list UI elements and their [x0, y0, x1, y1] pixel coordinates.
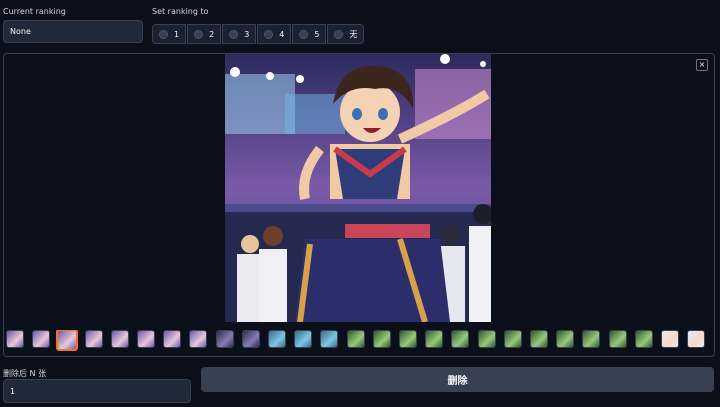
delete-after-label: 删除后 N 张	[3, 369, 47, 378]
thumbnail-image[interactable]	[32, 330, 51, 348]
current-ranking-field[interactable]: None	[3, 20, 143, 43]
rank-option-3[interactable]: 3	[222, 24, 257, 44]
thumbnail-image[interactable]	[137, 330, 155, 348]
thumbnail-image[interactable]	[399, 330, 417, 348]
rank-option-label: 4	[279, 29, 285, 39]
radio-circle-icon	[334, 29, 344, 39]
radio-circle-icon	[159, 29, 168, 39]
thumbnail-image[interactable]	[189, 330, 208, 348]
current-ranking-label: Current ranking	[3, 7, 66, 16]
thumbnail-image[interactable]	[6, 330, 24, 348]
rank-option-label: 无	[349, 29, 358, 39]
thumbnail-image[interactable]	[320, 330, 339, 348]
rank-option-label: 5	[314, 29, 320, 39]
thumbnail-image[interactable]	[84, 330, 103, 348]
current-ranking-value: None	[10, 27, 31, 36]
delete-after-value: 1	[10, 386, 16, 396]
thumbnail-image[interactable]	[634, 330, 653, 348]
thumbnail-image[interactable]	[268, 330, 286, 348]
thumbnail-image[interactable]	[372, 330, 391, 348]
thumbnail-image[interactable]	[477, 330, 496, 348]
set-ranking-radio-group: 1 2 3 4 5 无	[152, 24, 365, 44]
radio-circle-icon	[264, 29, 274, 39]
thumbnail-image[interactable]	[556, 330, 575, 348]
set-ranking-label: Set ranking to	[152, 7, 209, 16]
thumbnail-image[interactable]	[451, 330, 470, 348]
close-icon[interactable]: ×	[696, 59, 708, 71]
radio-circle-icon	[194, 29, 204, 39]
radio-circle-icon	[229, 29, 239, 39]
rank-option-label: 2	[209, 29, 215, 39]
thumbnail-image[interactable]	[215, 330, 234, 348]
thumbnail-image[interactable]	[608, 330, 627, 348]
thumbnail-image[interactable]	[530, 330, 548, 348]
rank-option-4[interactable]: 4	[257, 24, 292, 44]
thumbnail-image[interactable]	[241, 330, 260, 348]
thumbnail-image[interactable]	[687, 330, 706, 348]
thumbnail-image[interactable]	[56, 330, 79, 351]
thumbnail-image[interactable]	[294, 330, 313, 348]
delete-after-input[interactable]: 1	[3, 379, 191, 403]
rank-option-5[interactable]: 5	[292, 24, 327, 44]
rank-option-1[interactable]: 1	[152, 24, 187, 44]
thumbnail-image[interactable]	[582, 330, 601, 348]
thumbnail-image[interactable]	[110, 330, 129, 348]
radio-circle-icon	[299, 29, 309, 39]
thumbnail-image[interactable]	[661, 330, 679, 348]
delete-button[interactable]: 删除	[201, 367, 714, 392]
image-gallery: ×	[3, 53, 715, 357]
rank-option-2[interactable]: 2	[187, 24, 222, 44]
rank-option-none[interactable]: 无	[327, 24, 365, 44]
thumbnail-image[interactable]	[503, 330, 522, 348]
thumbnail-strip	[4, 330, 712, 352]
rank-option-label: 3	[244, 29, 250, 39]
thumbnail-image[interactable]	[163, 330, 182, 348]
thumbnail-image[interactable]	[425, 330, 444, 348]
preview-image	[225, 54, 491, 322]
thumbnail-image[interactable]	[346, 330, 365, 348]
rank-option-label: 1	[174, 29, 180, 39]
